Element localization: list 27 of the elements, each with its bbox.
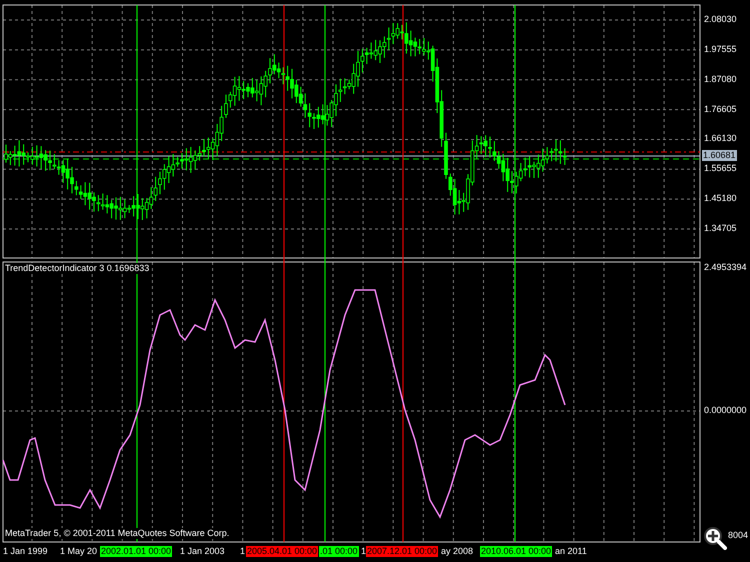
- time-axis-label: ay 2008: [441, 546, 474, 557]
- indicator-scale-label: 8004: [728, 530, 748, 541]
- time-axis-label: 1 Jan 2003: [180, 546, 225, 557]
- price-scale-label: 1.97555: [704, 44, 737, 55]
- price-scale-label: 1.34705: [704, 223, 737, 234]
- time-axis-label: 1: [361, 546, 366, 557]
- indicator-title: TrendDetectorIndicator 3 0.1696833: [5, 263, 150, 274]
- date-marker-label: 2005.04.01 00:00: [246, 546, 318, 557]
- price-scale-label: 1.76605: [704, 104, 737, 115]
- price-scale-label: 1.45180: [704, 193, 737, 204]
- indicator-scale-label: 0.0000000: [704, 405, 747, 416]
- time-axis-label: an 2011: [555, 546, 587, 557]
- date-marker-label: 2007.12.01 00:00: [366, 546, 438, 557]
- price-scale-label: 1.55655: [704, 163, 737, 174]
- price-scale-label: 2.08030: [704, 14, 737, 25]
- zoom-in-icon[interactable]: [703, 526, 727, 550]
- indicator-scale-label: 2.4953394: [704, 262, 747, 273]
- time-axis-label: 1 Jan 1999: [3, 546, 48, 557]
- copyright-text: MetaTrader 5, © 2001-2011 MetaQuotes Software Corp.: [5, 528, 230, 539]
- time-axis-label: 1 May 20: [60, 546, 98, 557]
- time-axis-label: 1: [240, 546, 246, 557]
- price-scale-label: 1.87080: [704, 74, 737, 85]
- price-scale-label: 1.66130: [704, 133, 737, 144]
- date-marker-label: .01 00:00: [319, 546, 359, 557]
- date-marker-label: 2010.06.01 00:00: [480, 546, 552, 557]
- current-price-tag: 1.60681: [702, 150, 737, 161]
- date-marker-label: 2002.01.01 00:00: [100, 546, 172, 557]
